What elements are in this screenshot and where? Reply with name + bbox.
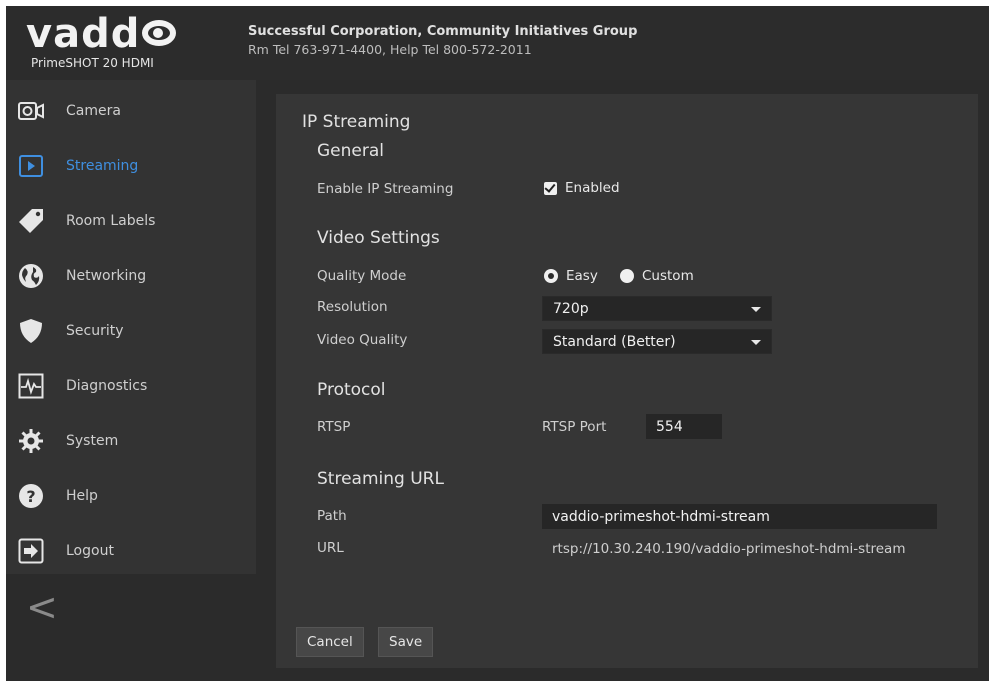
sidebar: Camera Streaming Room Labels Networking (6, 80, 256, 574)
enable-ip-streaming-checkbox[interactable] (544, 182, 557, 195)
globe-icon (19, 264, 43, 288)
sidebar-item-camera[interactable]: Camera (6, 86, 256, 141)
app-window: vadd PrimeSHOT 20 HDMI Successful Corpor… (6, 6, 989, 681)
streaming-settings-panel: IP Streaming General Enable IP Streaming… (276, 94, 978, 668)
sidebar-item-label: Help (66, 488, 98, 504)
path-label: Path (317, 508, 347, 524)
quality-mode-custom-label: Custom (642, 268, 694, 284)
stream-url-value: rtsp://10.30.240.190/vaddio-primeshot-hd… (552, 541, 906, 557)
chevron-down-icon (751, 340, 761, 345)
sidebar-item-help[interactable]: ? Help (6, 471, 256, 526)
pulse-icon (18, 373, 44, 399)
video-settings-section-title: Video Settings (317, 228, 440, 248)
streaming-url-section-title: Streaming URL (317, 469, 444, 489)
resolution-select[interactable]: 720p (542, 296, 772, 321)
sidebar-item-label: Camera (66, 103, 121, 119)
sidebar-item-system[interactable]: System (6, 416, 256, 471)
camera-icon (18, 102, 44, 120)
sidebar-item-label: Logout (66, 543, 114, 559)
page-title: IP Streaming (302, 112, 411, 132)
device-model: PrimeSHOT 20 HDMI (31, 56, 154, 70)
save-button[interactable]: Save (378, 627, 434, 657)
play-icon (19, 155, 43, 177)
video-quality-select[interactable]: Standard (Better) (542, 329, 772, 354)
shield-icon (20, 319, 42, 343)
quality-mode-label: Quality Mode (317, 268, 407, 284)
stream-path-input[interactable] (542, 504, 937, 529)
sidebar-item-diagnostics[interactable]: Diagnostics (6, 361, 256, 416)
cancel-button[interactable]: Cancel (296, 627, 364, 657)
sidebar-item-label: Streaming (66, 158, 139, 174)
organization-name: Successful Corporation, Community Initia… (248, 24, 638, 39)
header: vadd PrimeSHOT 20 HDMI Successful Corpor… (6, 6, 989, 80)
quality-mode-easy-label: Easy (566, 268, 598, 284)
resolution-label: Resolution (317, 299, 388, 315)
enabled-label: Enabled (565, 180, 620, 196)
protocol-section-title: Protocol (317, 380, 386, 400)
sidebar-item-label: Diagnostics (66, 378, 148, 394)
general-section-title: General (317, 141, 384, 161)
collapse-sidebar-icon[interactable]: < (26, 587, 58, 627)
svg-text:?: ? (26, 487, 35, 506)
sidebar-item-security[interactable]: Security (6, 306, 256, 361)
sidebar-item-label: Room Labels (66, 213, 156, 229)
sidebar-item-streaming[interactable]: Streaming (6, 141, 256, 196)
video-quality-value: Standard (Better) (553, 334, 676, 350)
sidebar-item-label: Networking (66, 268, 147, 284)
help-icon: ? (19, 484, 43, 508)
contact-info: Rm Tel 763-971-4400, Help Tel 800-572-20… (248, 42, 532, 57)
enable-ip-streaming-label: Enable IP Streaming (317, 181, 454, 197)
video-quality-label: Video Quality (317, 332, 408, 348)
quality-mode-custom-radio[interactable] (620, 269, 634, 283)
rtsp-label: RTSP (317, 419, 351, 435)
chevron-down-icon (751, 307, 761, 312)
rtsp-port-label: RTSP Port (542, 419, 607, 435)
url-label: URL (317, 540, 344, 556)
vaddio-logo: vadd PrimeSHOT 20 HDMI (26, 12, 226, 72)
sidebar-item-room-labels[interactable]: Room Labels (6, 196, 256, 251)
sidebar-item-networking[interactable]: Networking (6, 251, 256, 306)
logout-icon (18, 538, 44, 564)
resolution-value: 720p (553, 301, 589, 317)
tag-icon (19, 209, 43, 233)
quality-mode-easy-radio[interactable] (544, 269, 558, 283)
sidebar-item-label: Security (66, 323, 124, 339)
logo-wordmark: vadd (26, 12, 177, 56)
sidebar-item-logout[interactable]: Logout (6, 526, 256, 581)
rtsp-port-input[interactable] (646, 414, 722, 439)
gear-icon (19, 429, 43, 453)
sidebar-item-label: System (66, 433, 119, 449)
